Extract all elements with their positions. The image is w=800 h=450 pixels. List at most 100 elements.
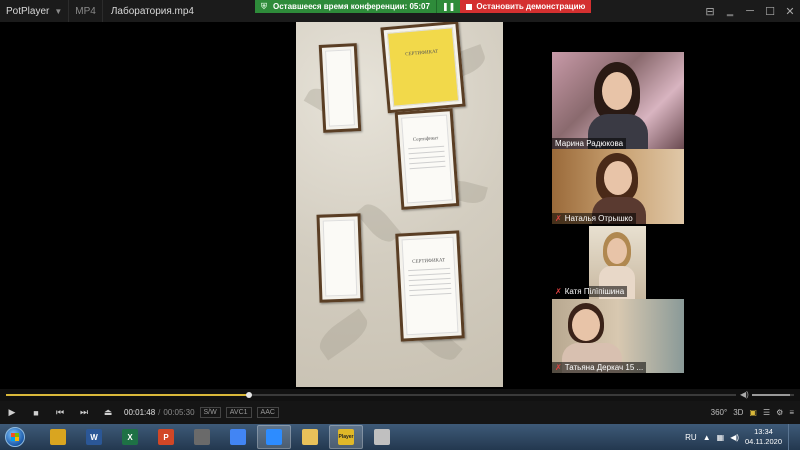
audio-codec-tag[interactable]: AAC — [256, 407, 279, 418]
menu-icon[interactable]: ≡ — [789, 408, 794, 417]
3d-button[interactable]: 3D — [733, 408, 743, 417]
participant-face — [604, 161, 632, 195]
media-icon — [194, 429, 210, 445]
video-area[interactable]: СЕРТИФИКАТ Сертификат СЕРТИФИКАТ Марина … — [0, 22, 800, 389]
mic-muted-icon: ✗ — [555, 287, 562, 296]
network-icon[interactable]: ▦ — [717, 433, 725, 442]
participant-name: Наталья Отрышко — [564, 214, 633, 223]
certificate-frame — [318, 43, 362, 133]
next-button[interactable]: ⏭ — [72, 407, 96, 418]
decoder-tag[interactable]: S/W — [199, 407, 221, 418]
participant-name: Татьяна Деркач 15 ... — [564, 363, 644, 372]
taskbar-app-chrome[interactable] — [221, 425, 255, 449]
wallpaper-leaf — [355, 198, 402, 248]
certificate-frame — [316, 213, 364, 303]
window-controls: ⊟ ‗ ─ ☐ ✕ — [700, 0, 800, 22]
language-indicator[interactable]: RU — [685, 433, 697, 442]
participant-tile[interactable]: Марина Радюкова — [552, 52, 684, 149]
shield-icon: ⛨ — [261, 1, 267, 11]
volume-level — [752, 394, 790, 396]
taskbar-app-word[interactable]: W — [77, 425, 111, 449]
eject-button[interactable]: ⏏ — [96, 407, 120, 418]
current-time: 00:01:48 — [124, 408, 156, 417]
app-name: PotPlayer — [6, 5, 50, 17]
maximize-icon[interactable]: ☐ — [760, 5, 780, 18]
participant-name-label: ✗ Татьяна Деркач 15 ... — [552, 362, 647, 373]
taskbar-app-explorer[interactable] — [41, 425, 75, 449]
participant-name: Марина Радюкова — [555, 139, 624, 148]
total-time: 00:05:30 — [163, 408, 195, 417]
settings-icon[interactable]: ⚙ — [776, 408, 783, 417]
participant-tile[interactable]: ✗ Татьяна Деркач 15 ... — [552, 299, 684, 373]
mic-muted-icon: ✗ — [555, 214, 562, 223]
share-banner: ⛨ Оставшееся время конференции: 05:07 ❚❚… — [255, 0, 592, 13]
playlist-icon[interactable]: ☰ — [763, 408, 770, 417]
tray-arrow-icon[interactable]: ▲ — [703, 433, 711, 442]
participant-name-label: Марина Радюкова — [552, 138, 627, 149]
taskbar-app-excel[interactable]: X — [113, 425, 147, 449]
stop-share-label: Остановить демонстрацию — [476, 2, 586, 11]
shared-video-frame: СЕРТИФИКАТ Сертификат СЕРТИФИКАТ — [296, 22, 503, 387]
certificate-frame: СЕРТИФИКАТ — [380, 22, 466, 114]
right-controls: 360° 3D ▣ ☰ ⚙ ≡ — [711, 401, 794, 424]
excel-icon: X — [122, 429, 138, 445]
stop-share-button[interactable]: Остановить демонстрацию — [460, 0, 592, 13]
show-desktop-button[interactable] — [788, 424, 796, 450]
taskbar-app-folder[interactable] — [293, 425, 327, 449]
taskbar-app-powerpoint[interactable]: P — [149, 425, 183, 449]
video-codec-tag[interactable]: AVC1 — [225, 407, 252, 418]
minimize-icon[interactable]: ─ — [740, 5, 760, 17]
seek-progress — [6, 394, 250, 396]
pin-icon[interactable]: ⊟ — [700, 5, 720, 18]
system-tray: RU ▲ ▦ ◀) 13:34 04.11.2020 — [685, 424, 800, 450]
start-button[interactable] — [0, 424, 30, 450]
capture-icon[interactable]: ▣ — [749, 408, 757, 417]
paint-icon — [374, 429, 390, 445]
time-separator: / — [158, 408, 161, 417]
participant-name-label: ✗ Катя Пілїпішина — [552, 286, 628, 297]
speaker-icon[interactable]: ◀) — [730, 433, 739, 442]
seek-handle[interactable] — [246, 392, 253, 398]
app-menu-button[interactable]: PotPlayer ▼ — [0, 0, 70, 22]
previous-button[interactable]: ⏮ — [48, 407, 72, 418]
timer-text: Оставшееся время конференции: 05:07 — [273, 2, 430, 11]
taskbar-app-paint[interactable] — [365, 425, 399, 449]
taskbar-app-zoom[interactable] — [257, 425, 291, 449]
word-icon: W — [86, 429, 102, 445]
windows-logo-icon — [5, 427, 25, 447]
close-icon[interactable]: ✕ — [780, 5, 800, 18]
play-button[interactable]: ▶ — [0, 407, 24, 418]
volume-icon[interactable]: ◀) — [740, 390, 749, 399]
file-name: Лаборатория.mp4 — [110, 5, 194, 17]
meeting-timer: ⛨ Оставшееся время конференции: 05:07 — [255, 0, 436, 13]
certificate-frame: СЕРТИФИКАТ — [395, 230, 465, 342]
seek-bar-area: ◀) — [0, 389, 800, 401]
wallpaper-leaf — [313, 308, 374, 361]
zoom-icon — [266, 429, 282, 445]
taskbar: W X P Player RU ▲ ▦ ◀) 13:34 04.11.2020 — [0, 424, 800, 450]
participant-name-label: ✗ Наталья Отрышко — [552, 213, 636, 224]
clock-time: 13:34 — [754, 427, 773, 436]
playback-controls: ▶ ■ ⏮ ⏭ ⏏ 00:01:48 / 00:05:30 S/W AVC1 A… — [0, 401, 800, 424]
seek-bar[interactable] — [6, 392, 736, 398]
participant-face — [572, 309, 600, 341]
powerpoint-icon: P — [158, 429, 174, 445]
stop-button[interactable]: ■ — [24, 408, 48, 418]
taskbar-app-media[interactable] — [185, 425, 219, 449]
volume-slider[interactable] — [752, 394, 794, 396]
certificate-frame: Сертификат — [394, 108, 460, 210]
participant-face — [602, 72, 632, 110]
clock-date: 04.11.2020 — [745, 437, 782, 446]
taskbar-apps: W X P Player — [40, 425, 400, 449]
chevron-down-icon: ▼ — [54, 6, 63, 16]
potplayer-icon: Player — [338, 429, 354, 445]
pause-share-button[interactable]: ❚❚ — [436, 0, 461, 13]
stop-icon — [466, 3, 473, 10]
clock[interactable]: 13:34 04.11.2020 — [745, 427, 782, 447]
participant-tile[interactable]: ✗ Наталья Отрышко — [552, 149, 684, 224]
taskbar-app-potplayer[interactable]: Player — [329, 425, 363, 449]
vr-360-button[interactable]: 360° — [711, 408, 728, 417]
format-label: MP4 — [69, 0, 103, 22]
explorer-icon — [50, 429, 66, 445]
mini-icon[interactable]: ‗ — [720, 5, 740, 17]
